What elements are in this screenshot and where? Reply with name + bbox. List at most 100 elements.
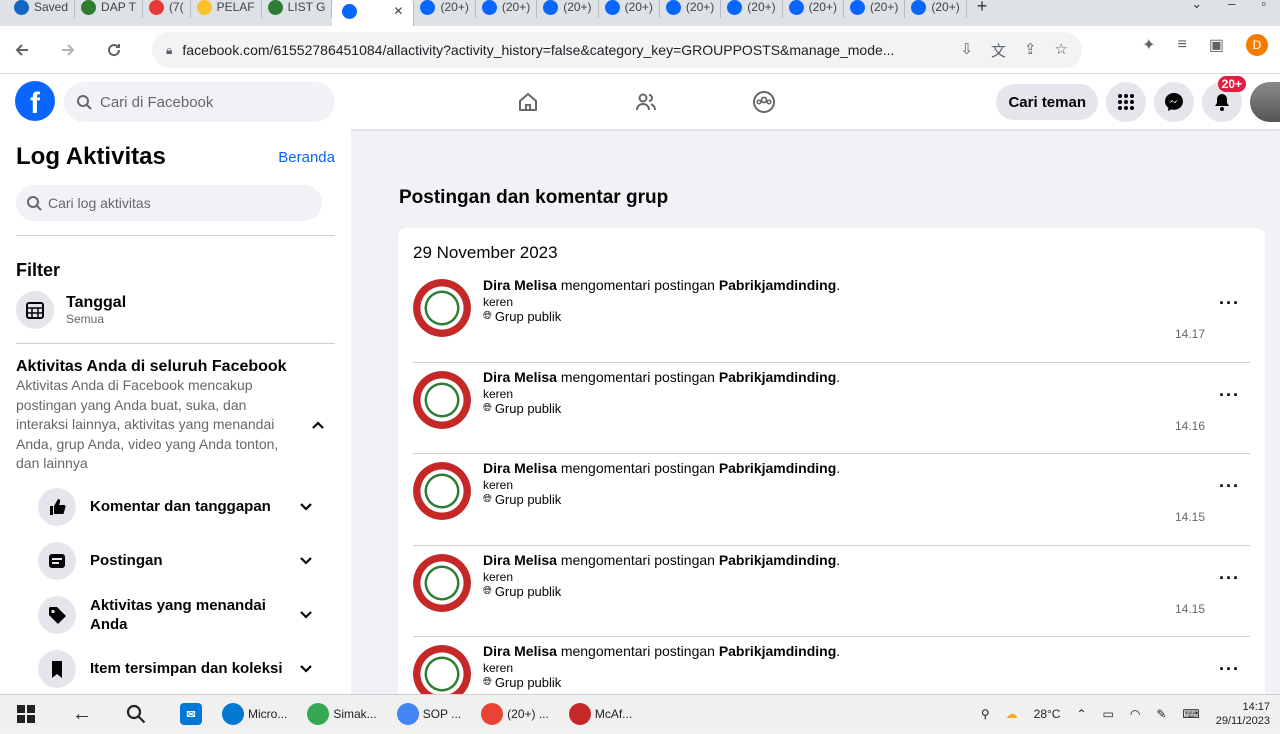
profile-avatar[interactable]: D [1246,34,1268,56]
notifications-button[interactable]: 20+ [1202,76,1246,122]
messenger-button[interactable] [1154,82,1194,122]
activity-entry[interactable]: Dira Melisa mengomentari postingan Pabri… [413,363,1250,454]
mail-app[interactable]: ✉ [152,695,208,734]
target-name[interactable]: Pabrikjamdinding [719,552,836,568]
start-button[interactable] [0,695,42,734]
actor-name[interactable]: Dira Melisa [483,369,557,385]
lock-icon: 🔒︎ [166,42,173,57]
browser-tab[interactable]: (20+) [599,0,660,18]
back-button[interactable] [6,34,38,66]
minimize-button[interactable]: – [1228,0,1235,12]
facebook-logo[interactable]: f [15,81,55,121]
date-filter[interactable]: Tanggal Semua [16,291,335,329]
sidebar-category-item[interactable]: Komentar dan tanggapan [16,480,335,534]
target-name[interactable]: Pabrikjamdinding [719,277,836,293]
activity-entry[interactable]: Dira Melisa mengomentari postingan Pabri… [413,546,1250,637]
forward-button[interactable] [52,34,84,66]
home-nav-button[interactable] [508,82,548,122]
more-options-button[interactable]: ··· [1219,659,1240,680]
sidebar-category-item[interactable]: Item tersimpan dan koleksi [16,642,335,695]
more-options-button[interactable]: ··· [1219,385,1240,406]
menu-button[interactable] [1106,82,1146,122]
taskbar-app[interactable]: (20+) ... [467,695,555,734]
install-icon[interactable]: ⇩ [960,40,973,61]
browser-tab[interactable]: (20+) [905,0,967,18]
tag-icon [38,595,76,634]
privacy-label: 🌐︎ Grup publik [483,492,840,507]
tab-favicon-icon [81,0,97,15]
reading-list-icon[interactable]: ≡ [1178,36,1187,54]
clock[interactable]: 14:17 29/11/2023 [1216,700,1270,728]
browser-tab[interactable]: (20+) [721,0,783,18]
friends-nav-button[interactable] [626,82,666,122]
activity-entry[interactable]: Dira Melisa mengomentari postingan Pabri… [413,637,1250,694]
actor-name[interactable]: Dira Melisa [483,277,557,293]
share-icon[interactable]: ⇪ [1024,40,1037,61]
extensions-icon[interactable]: ✦ [1142,35,1155,55]
actor-name[interactable]: Dira Melisa [483,460,557,476]
browser-tab[interactable]: (20+) [783,0,844,18]
browser-tab[interactable]: DAP T [75,0,143,18]
post-icon [38,541,76,580]
taskbar-app[interactable]: SOP ... [383,695,467,734]
translate-icon[interactable]: 文 [991,40,1006,61]
activity-search-input[interactable]: Cari log aktivitas [16,185,322,221]
browser-tab[interactable]: PELAF [191,0,262,18]
target-name[interactable]: Pabrikjamdinding [719,643,836,659]
sidebar-category-item[interactable]: Aktivitas yang menandai Anda [16,588,335,642]
browser-tab[interactable]: ✕ [332,0,415,26]
facebook-search-input[interactable]: Cari di Facebook [64,82,335,122]
reload-button[interactable] [98,34,130,66]
category-label: Komentar dan tanggapan [90,498,271,515]
tray-chevron-icon[interactable]: ⌃ [1076,707,1086,721]
sidebar-category-item[interactable]: Postingan [16,534,335,588]
taskbar-app[interactable]: Simak... [293,695,382,734]
target-name[interactable]: Pabrikjamdinding [719,369,836,385]
browser-tab[interactable]: (20+) [414,0,476,18]
target-name[interactable]: Pabrikjamdinding [719,460,836,476]
pen-icon: ✎ [1156,707,1167,721]
more-options-button[interactable]: ··· [1219,568,1240,589]
find-friends-button[interactable]: Cari teman [996,84,1098,120]
actor-name[interactable]: Dira Melisa [483,552,557,568]
browser-tab[interactable]: (20+) [844,0,906,18]
side-panel-icon[interactable]: ▣ [1209,35,1224,55]
tab-label: (7( [168,0,184,14]
tab-favicon-icon [196,0,212,15]
activity-description: Aktivitas Anda di Facebook mencakup post… [16,377,279,471]
address-bar[interactable]: 🔒︎ facebook.com/61552786451084/allactivi… [152,32,1082,68]
browser-tab[interactable]: (20+) [537,0,599,18]
browser-tab[interactable]: (20+) [476,0,538,18]
keyboard-icon[interactable]: ⌨ [1182,707,1199,721]
bell-icon [1215,94,1229,111]
taskbar-app[interactable]: Micro... [208,695,293,734]
browser-tab[interactable]: Saved [8,0,76,18]
divider [16,235,335,236]
search-taskbar-button[interactable] [98,695,152,734]
taskbar-app-label: McAf... [594,707,633,721]
group-avatar [413,279,471,337]
account-avatar[interactable] [1250,82,1280,122]
restore-button[interactable]: ▫ [1261,0,1266,12]
actor-name[interactable]: Dira Melisa [483,643,557,659]
home-link[interactable]: Beranda [278,149,335,166]
tab-favicon-icon [727,0,743,15]
more-options-button[interactable]: ··· [1219,476,1240,497]
close-tab-icon[interactable]: ✕ [393,4,403,18]
back-taskbar-button[interactable]: ← [42,695,98,734]
groups-nav-button[interactable] [744,82,784,122]
browser-tab[interactable]: (20+) [660,0,722,18]
activity-entry[interactable]: Dira Melisa mengomentari postingan Pabri… [413,271,1250,363]
browser-tab[interactable]: (7( [143,0,191,18]
activity-section-toggle[interactable]: Aktivitas Anda di Facebook mencakup post… [16,376,335,474]
app-icon [481,703,504,725]
browser-tab[interactable]: LIST G [262,0,333,18]
new-tab-button[interactable]: + [967,0,998,17]
star-icon[interactable]: ☆ [1055,40,1068,61]
people-icon[interactable]: ⚲ [981,707,990,721]
privacy-text: Grup publik [494,492,562,507]
tab-search-icon[interactable]: ⌄ [1191,0,1202,12]
activity-entry[interactable]: Dira Melisa mengomentari postingan Pabri… [413,454,1250,546]
more-options-button[interactable]: ··· [1219,293,1240,314]
taskbar-app[interactable]: McAf... [555,695,638,734]
